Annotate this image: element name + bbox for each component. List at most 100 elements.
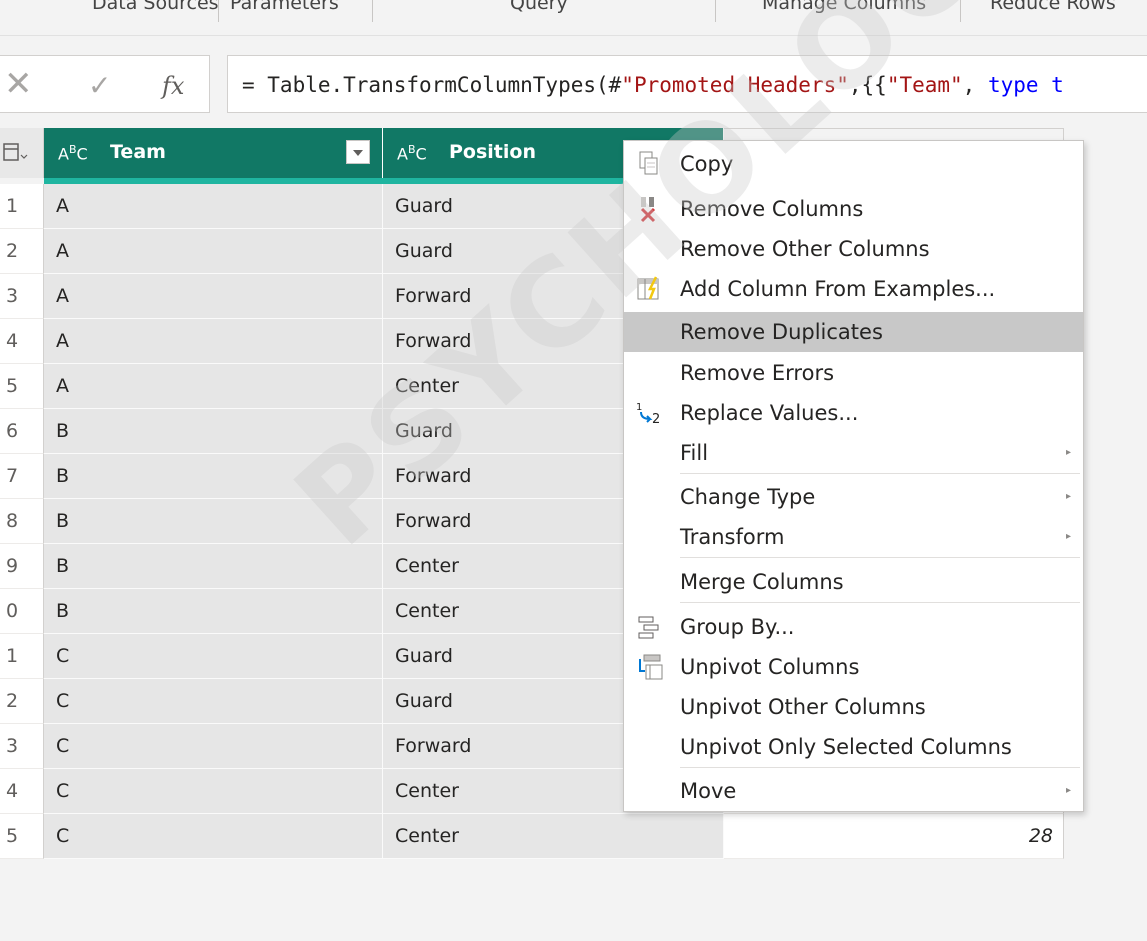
cell-team[interactable]: C bbox=[44, 814, 383, 859]
menu-item-label: Remove Errors bbox=[680, 361, 835, 385]
menu-item-unpivot-columns[interactable]: Unpivot Columns bbox=[624, 647, 1083, 687]
cell-team[interactable]: C bbox=[44, 679, 383, 724]
menu-item-label: Move bbox=[680, 779, 737, 803]
menu-item-label: Remove Duplicates bbox=[680, 320, 883, 344]
column-from-examples-icon bbox=[636, 275, 662, 303]
menu-item-label: Add Column From Examples... bbox=[680, 277, 996, 301]
formula-text: , bbox=[962, 73, 988, 97]
row-number: 9 bbox=[0, 544, 44, 589]
text-type-icon[interactable]: ABC bbox=[397, 140, 427, 164]
menu-item-remove-other-columns[interactable]: Remove Other Columns bbox=[624, 229, 1083, 269]
column-name: Position bbox=[449, 141, 536, 163]
menu-item-add-column-from-examples[interactable]: Add Column From Examples... bbox=[624, 269, 1083, 309]
menu-item-label: Remove Columns bbox=[680, 197, 864, 221]
table-menu-icon[interactable] bbox=[0, 128, 44, 178]
cell-team[interactable]: A bbox=[44, 184, 383, 229]
remove-columns-icon bbox=[636, 195, 662, 223]
row-number: 7 bbox=[0, 454, 44, 499]
menu-item-transform[interactable]: Transform ▸ bbox=[624, 517, 1083, 557]
row-number: 1 bbox=[0, 184, 44, 229]
filter-dropdown-icon[interactable] bbox=[346, 140, 370, 164]
ribbon-group-data-sources: Data Sources bbox=[92, 0, 219, 14]
menu-separator bbox=[680, 602, 1080, 603]
menu-item-fill[interactable]: Fill ▸ bbox=[624, 433, 1083, 473]
submenu-arrow-icon: ▸ bbox=[1065, 531, 1071, 542]
cell-team[interactable]: C bbox=[44, 769, 383, 814]
cell-team[interactable]: B bbox=[44, 589, 383, 634]
cell-team[interactable]: C bbox=[44, 724, 383, 769]
formula-bar: ✕ ✓ fx = Table.TransformColumnTypes(#"Pr… bbox=[0, 55, 1147, 113]
column-name: Team bbox=[110, 141, 166, 163]
row-number: 2 bbox=[0, 229, 44, 274]
row-number: 5 bbox=[0, 364, 44, 409]
menu-separator bbox=[680, 557, 1080, 558]
text-type-icon[interactable]: ABC bbox=[58, 140, 88, 164]
unpivot-icon bbox=[636, 653, 663, 681]
menu-item-replace-values[interactable]: 1 2 Replace Values... bbox=[624, 393, 1083, 433]
cell-team[interactable]: B bbox=[44, 409, 383, 454]
menu-item-move[interactable]: Move ▸ bbox=[624, 771, 1083, 811]
cell-team[interactable]: B bbox=[44, 499, 383, 544]
menu-item-label: Change Type bbox=[680, 485, 816, 509]
menu-item-change-type[interactable]: Change Type ▸ bbox=[624, 477, 1083, 517]
cell-team[interactable]: B bbox=[44, 454, 383, 499]
svg-text:2: 2 bbox=[652, 412, 660, 427]
row-number: 3 bbox=[0, 274, 44, 319]
row-number: 3 bbox=[0, 724, 44, 769]
menu-item-remove-columns[interactable]: Remove Columns bbox=[624, 189, 1083, 229]
table-row[interactable]: 5 C Center 28 bbox=[0, 814, 1064, 859]
ribbon-separator bbox=[218, 0, 219, 22]
commit-icon[interactable]: ✓ bbox=[88, 66, 111, 106]
menu-separator bbox=[680, 767, 1080, 768]
formula-string: "Team" bbox=[886, 73, 963, 97]
row-number: 0 bbox=[0, 589, 44, 634]
context-menu: Copy Remove Columns Remove Other Columns Ad… bbox=[623, 140, 1084, 812]
row-number: 2 bbox=[0, 679, 44, 724]
cell-team[interactable]: C bbox=[44, 634, 383, 679]
cell-team[interactable]: A bbox=[44, 274, 383, 319]
ribbon-group-reduce-rows: Reduce Rows bbox=[990, 0, 1116, 14]
menu-item-label: Remove Other Columns bbox=[680, 237, 930, 261]
menu-item-label: Transform bbox=[680, 525, 785, 549]
ribbon-group-manage-columns: Manage Columns bbox=[762, 0, 927, 14]
replace-values-icon: 12 bbox=[636, 399, 662, 427]
menu-item-label: Merge Columns bbox=[680, 570, 844, 594]
formula-input[interactable]: = Table.TransformColumnTypes(#"Promoted … bbox=[227, 55, 1147, 113]
submenu-arrow-icon: ▸ bbox=[1065, 447, 1071, 458]
menu-item-label: Unpivot Only Selected Columns bbox=[680, 735, 1012, 759]
ribbon: Data Sources Parameters Query Manage Col… bbox=[0, 0, 1147, 36]
menu-item-unpivot-only-selected-columns[interactable]: Unpivot Only Selected Columns bbox=[624, 727, 1083, 767]
column-header-team[interactable]: ABC Team bbox=[44, 128, 383, 178]
menu-item-label: Group By... bbox=[680, 615, 795, 639]
menu-item-label: Fill bbox=[680, 441, 709, 465]
cancel-icon[interactable]: ✕ bbox=[4, 64, 33, 104]
row-number: 4 bbox=[0, 769, 44, 814]
fx-icon[interactable]: fx bbox=[162, 66, 184, 106]
row-number: 4 bbox=[0, 319, 44, 364]
cell-team[interactable]: A bbox=[44, 364, 383, 409]
ribbon-separator bbox=[372, 0, 373, 22]
cell-position[interactable]: Center bbox=[383, 814, 724, 859]
cell-value[interactable]: 28 bbox=[724, 814, 1064, 859]
copy-icon bbox=[636, 150, 662, 178]
menu-item-remove-duplicates[interactable]: Remove Duplicates bbox=[624, 312, 1083, 352]
row-number: 8 bbox=[0, 499, 44, 544]
submenu-arrow-icon: ▸ bbox=[1065, 491, 1071, 502]
menu-item-label: Unpivot Columns bbox=[680, 655, 860, 679]
menu-item-copy[interactable]: Copy bbox=[624, 144, 1083, 184]
svg-text:1: 1 bbox=[636, 402, 642, 413]
menu-item-remove-errors[interactable]: Remove Errors bbox=[624, 353, 1083, 393]
formula-string: "Promoted Headers" bbox=[621, 73, 849, 97]
cell-team[interactable]: B bbox=[44, 544, 383, 589]
cell-team[interactable]: A bbox=[44, 319, 383, 364]
menu-item-group-by[interactable]: Group By... bbox=[624, 607, 1083, 647]
menu-item-unpivot-other-columns[interactable]: Unpivot Other Columns bbox=[624, 687, 1083, 727]
formula-controls: ✕ ✓ fx bbox=[0, 55, 210, 113]
ribbon-group-query: Query bbox=[510, 0, 568, 14]
menu-item-merge-columns[interactable]: Merge Columns bbox=[624, 562, 1083, 602]
menu-item-label: Unpivot Other Columns bbox=[680, 695, 926, 719]
formula-text: ,{{ bbox=[848, 73, 887, 97]
cell-team[interactable]: A bbox=[44, 229, 383, 274]
ribbon-group-parameters: Parameters bbox=[230, 0, 339, 14]
row-number: 5 bbox=[0, 814, 44, 859]
